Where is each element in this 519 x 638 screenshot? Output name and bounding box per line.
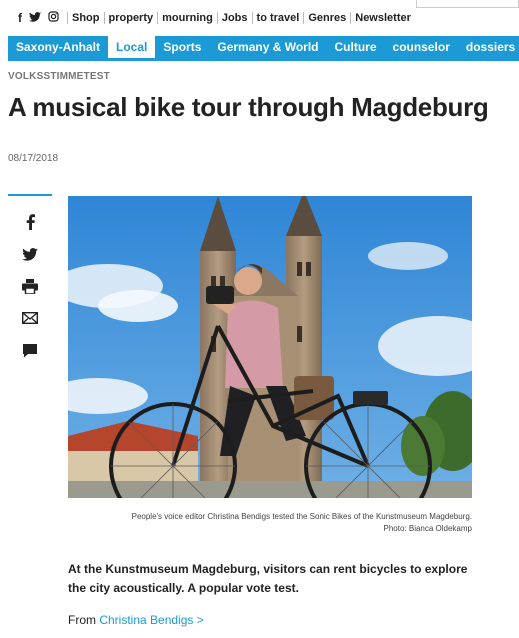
share-mail-icon[interactable] (20, 309, 40, 327)
top-link-jobs[interactable]: Jobs (216, 12, 252, 24)
article-photo (68, 196, 472, 498)
nav-item-dossiers[interactable]: dossiers (458, 36, 519, 58)
facebook-icon[interactable]: f (18, 11, 22, 25)
top-link-newsletter[interactable]: Newsletter (350, 12, 415, 24)
share-twitter-icon[interactable] (20, 245, 40, 263)
top-utility-bar: f Shop property mourning Jobs to travel … (0, 0, 519, 36)
nav-item-germany-world[interactable]: Germany & World (209, 36, 326, 58)
top-link-travel[interactable]: to travel (251, 12, 304, 24)
article-headline: A musical bike tour through Magdeburg (8, 92, 489, 122)
twitter-icon[interactable] (29, 11, 41, 25)
top-link-genres[interactable]: Genres (303, 12, 350, 24)
top-link-property[interactable]: property (103, 12, 158, 24)
social-links: f (18, 11, 59, 25)
top-link-mourning[interactable]: mourning (157, 12, 217, 24)
share-print-icon[interactable] (20, 277, 40, 295)
main-nav: Saxony-Anhalt Local Sports Germany & Wor… (8, 36, 519, 58)
byline-prefix: From (68, 613, 96, 627)
share-rail-rule (8, 194, 52, 196)
article-date: 08/17/2018 (8, 153, 59, 164)
nav-item-sports[interactable]: Sports (155, 36, 209, 58)
search-field[interactable] (416, 0, 519, 8)
top-link-shop[interactable]: Shop (67, 12, 104, 24)
photo-caption: People's voice editor Christina Bendigs … (131, 512, 472, 533)
share-comment-icon[interactable] (20, 341, 40, 359)
nav-item-culture[interactable]: Culture (327, 36, 385, 58)
article-teaser: At the Kunstmuseum Magdeburg, visitors c… (68, 562, 468, 595)
nav-underline (8, 58, 519, 61)
nav-item-saxony-anhalt[interactable]: Saxony-Anhalt (8, 36, 108, 58)
instagram-icon[interactable] (48, 11, 59, 25)
article-byline: From Christina Bendigs > (68, 613, 204, 627)
article-kicker: VOLKSSTIMMETEST (8, 71, 110, 82)
top-links: Shop property mourning Jobs to travel Ge… (67, 12, 415, 24)
author-link[interactable]: Christina Bendigs > (99, 613, 203, 627)
share-facebook-icon[interactable] (20, 213, 40, 231)
nav-item-counselor[interactable]: counselor (385, 36, 458, 58)
nav-item-local[interactable]: Local (108, 36, 156, 58)
